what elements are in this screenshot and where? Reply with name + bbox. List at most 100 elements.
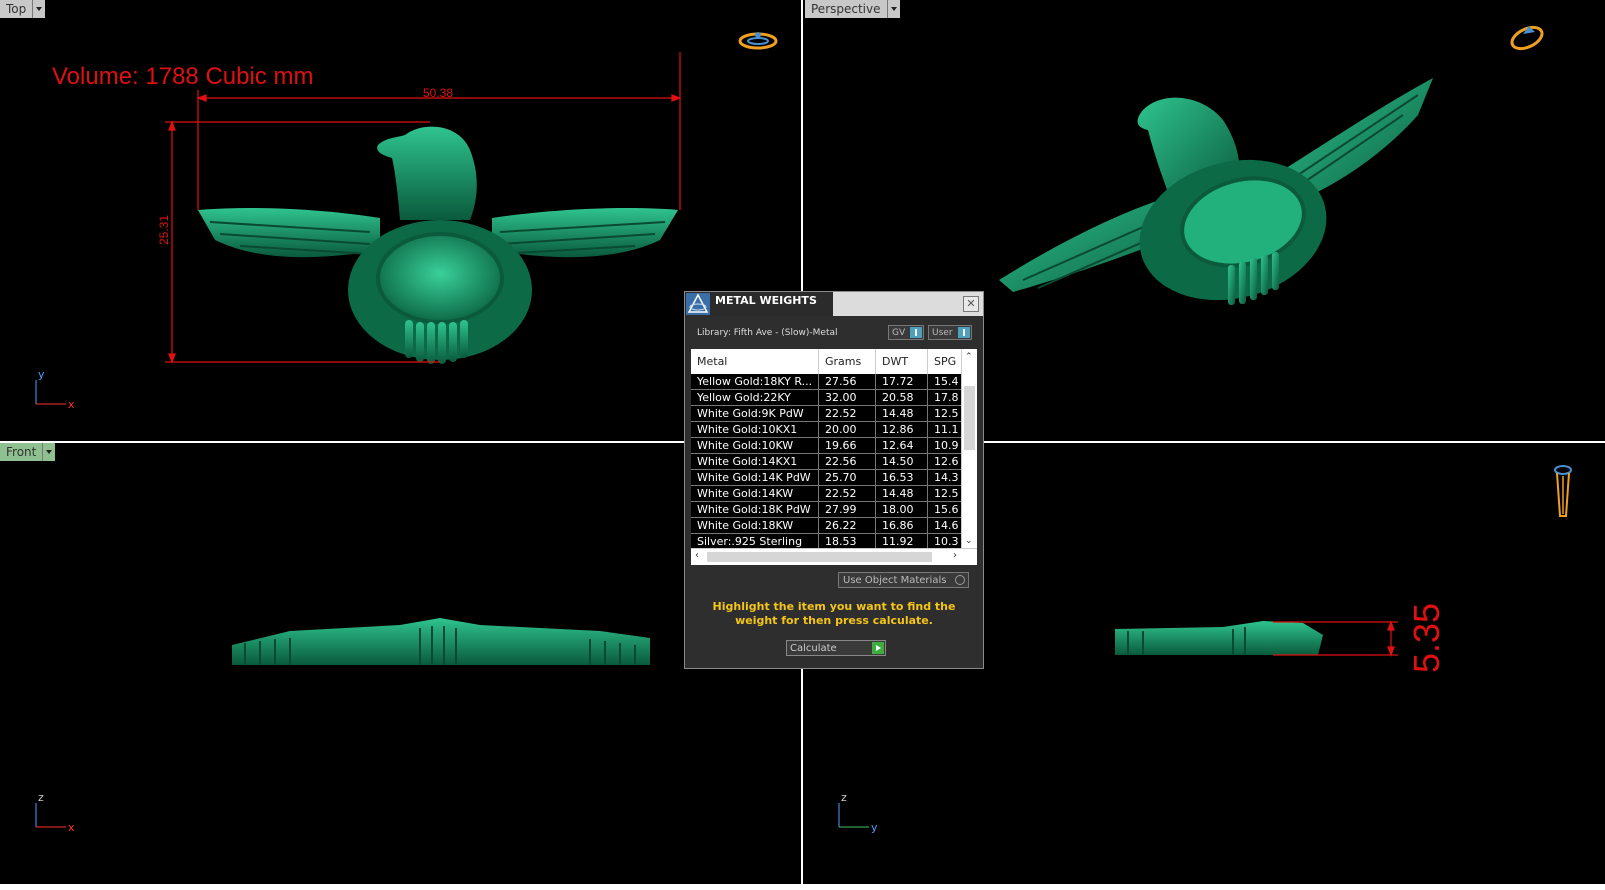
eagle-model-perspective bbox=[999, 78, 1433, 305]
cell-grams: 26.22 bbox=[819, 518, 876, 534]
cell-metal: White Gold:18KW bbox=[691, 518, 819, 534]
scroll-down-icon[interactable]: ⌄ bbox=[965, 536, 973, 546]
info-icon bbox=[958, 327, 970, 338]
table-row[interactable]: White Gold:10KX1 20.00 12.86 11.1 bbox=[691, 422, 962, 438]
use-object-materials-label: Use Object Materials bbox=[843, 575, 947, 586]
eagle-model-top bbox=[198, 126, 678, 364]
library-label: Library: Fifth Ave - (Slow)-Metal bbox=[697, 328, 838, 338]
metal-weights-dialog[interactable]: METAL WEIGHTS ✕ Library: Fifth Ave - (Sl… bbox=[684, 291, 984, 669]
table-row[interactable]: White Gold:10KW 19.66 12.64 10.9 bbox=[691, 438, 962, 454]
cell-spg: 12.6 bbox=[928, 454, 962, 470]
table-row[interactable]: White Gold:14KX1 22.56 14.50 12.6 bbox=[691, 454, 962, 470]
col-header-spg[interactable]: SPG bbox=[928, 349, 962, 374]
cell-metal: White Gold:14KX1 bbox=[691, 454, 819, 470]
axis-label-x: x bbox=[68, 821, 75, 834]
ring-gizmo-icon bbox=[1554, 465, 1572, 517]
cell-grams: 32.00 bbox=[819, 390, 876, 406]
axis-triad-icon: z x bbox=[35, 791, 75, 834]
axis-label-z: z bbox=[38, 791, 44, 804]
cell-dwt: 14.48 bbox=[876, 486, 928, 502]
ring-gizmo-icon bbox=[738, 32, 778, 50]
dialog-titlebar[interactable]: METAL WEIGHTS ✕ bbox=[685, 292, 983, 316]
scroll-up-icon[interactable]: ⌃ bbox=[965, 352, 973, 362]
cell-dwt: 20.58 bbox=[876, 390, 928, 406]
table-body: Yellow Gold:18KY R... 27.56 17.72 15.4 Yello… bbox=[691, 374, 962, 550]
metal-table[interactable]: Metal Grams DWT SPG Yellow Gold:18KY R..… bbox=[691, 349, 977, 565]
cell-dwt: 18.00 bbox=[876, 502, 928, 518]
dimension-height: 25.31 bbox=[157, 215, 171, 245]
cell-grams: 22.52 bbox=[819, 406, 876, 422]
cell-dwt: 17.72 bbox=[876, 374, 928, 390]
cell-spg: 17.8 bbox=[928, 390, 962, 406]
table-row[interactable]: White Gold:18KW 26.22 16.86 14.6 bbox=[691, 518, 962, 534]
axis-triad-icon: z y bbox=[838, 791, 878, 834]
close-icon[interactable]: ✕ bbox=[963, 296, 979, 312]
ring-gizmo-icon bbox=[1510, 25, 1544, 51]
cell-dwt: 12.86 bbox=[876, 422, 928, 438]
col-header-grams[interactable]: Grams bbox=[819, 349, 876, 374]
viewport-top[interactable]: Top Volume: 1788 Cubic mm 50.38 25.31 y … bbox=[0, 0, 801, 441]
eagle-model-right bbox=[1115, 621, 1323, 655]
volume-text: Volume: 1788 Cubic mm bbox=[52, 63, 313, 90]
table-row[interactable]: White Gold:14K PdW 25.70 16.53 14.3 bbox=[691, 470, 962, 486]
radio-button[interactable] bbox=[955, 575, 965, 585]
cell-metal: White Gold:14K PdW bbox=[691, 470, 819, 486]
user-select[interactable]: User bbox=[928, 325, 972, 340]
top-view-drawing: Volume: 1788 Cubic mm 50.38 25.31 y x bbox=[35, 32, 778, 411]
user-select-label: User bbox=[932, 328, 953, 338]
eagle-model-front bbox=[232, 618, 650, 665]
cell-spg: 12.5 bbox=[928, 486, 962, 502]
app-logo-icon bbox=[686, 293, 710, 315]
cell-metal: White Gold:10KW bbox=[691, 438, 819, 454]
cell-grams: 25.70 bbox=[819, 470, 876, 486]
table-row[interactable]: White Gold:18K PdW 27.99 18.00 15.6 bbox=[691, 502, 962, 518]
cell-spg: 15.4 bbox=[928, 374, 962, 390]
cell-dwt: 12.64 bbox=[876, 438, 928, 454]
cell-grams: 19.66 bbox=[819, 438, 876, 454]
cell-spg: 11.1 bbox=[928, 422, 962, 438]
cell-grams: 22.52 bbox=[819, 486, 876, 502]
gv-select[interactable]: GV bbox=[888, 325, 924, 340]
cell-metal: Yellow Gold:18KY R... bbox=[691, 374, 819, 390]
cell-grams: 22.56 bbox=[819, 454, 876, 470]
cell-dwt: 16.53 bbox=[876, 470, 928, 486]
front-view-drawing: z x bbox=[35, 618, 650, 834]
table-row[interactable]: Yellow Gold:18KY R... 27.56 17.72 15.4 bbox=[691, 374, 962, 390]
cell-dwt: 14.50 bbox=[876, 454, 928, 470]
cell-spg: 15.6 bbox=[928, 502, 962, 518]
scroll-right-icon[interactable]: › bbox=[953, 550, 957, 561]
scroll-thumb[interactable] bbox=[964, 386, 975, 450]
calculate-button[interactable]: Calculate bbox=[786, 640, 886, 656]
dimension-width: 50.38 bbox=[423, 86, 453, 100]
cell-metal: White Gold:10KX1 bbox=[691, 422, 819, 438]
cell-dwt: 14.48 bbox=[876, 406, 928, 422]
axis-triad-icon: y x bbox=[35, 368, 75, 411]
calculate-label: Calculate bbox=[790, 643, 837, 654]
scroll-thumb[interactable] bbox=[707, 552, 932, 562]
cell-metal: White Gold:18K PdW bbox=[691, 502, 819, 518]
gv-select-label: GV bbox=[892, 328, 906, 338]
cell-spg: 14.6 bbox=[928, 518, 962, 534]
col-header-metal[interactable]: Metal bbox=[691, 349, 819, 374]
axis-label-y: y bbox=[871, 821, 878, 834]
cell-spg: 10.9 bbox=[928, 438, 962, 454]
scroll-left-icon[interactable]: ‹ bbox=[695, 550, 699, 561]
viewport-front[interactable]: Front z x bbox=[0, 443, 801, 884]
dialog-title: METAL WEIGHTS bbox=[715, 294, 817, 307]
instruction-text: Highlight the item you want to find the … bbox=[712, 600, 956, 627]
horizontal-scrollbar[interactable]: ‹ › bbox=[691, 548, 977, 565]
axis-label-z: z bbox=[841, 791, 847, 804]
use-object-materials-option[interactable]: Use Object Materials bbox=[838, 572, 969, 588]
dimension-depth: 5.35 bbox=[1406, 603, 1447, 673]
vertical-scrollbar[interactable]: ⌃ ⌄ bbox=[961, 349, 977, 549]
table-row[interactable]: White Gold:9K PdW 22.52 14.48 12.5 bbox=[691, 406, 962, 422]
col-header-dwt[interactable]: DWT bbox=[876, 349, 928, 374]
cell-dwt: 16.86 bbox=[876, 518, 928, 534]
table-row[interactable]: Yellow Gold:22KY 32.00 20.58 17.8 bbox=[691, 390, 962, 406]
play-icon bbox=[872, 642, 884, 654]
cell-grams: 20.00 bbox=[819, 422, 876, 438]
info-icon bbox=[910, 327, 922, 338]
table-row[interactable]: White Gold:14KW 22.52 14.48 12.5 bbox=[691, 486, 962, 502]
table-header: Metal Grams DWT SPG bbox=[691, 349, 962, 374]
cell-metal: Yellow Gold:22KY bbox=[691, 390, 819, 406]
